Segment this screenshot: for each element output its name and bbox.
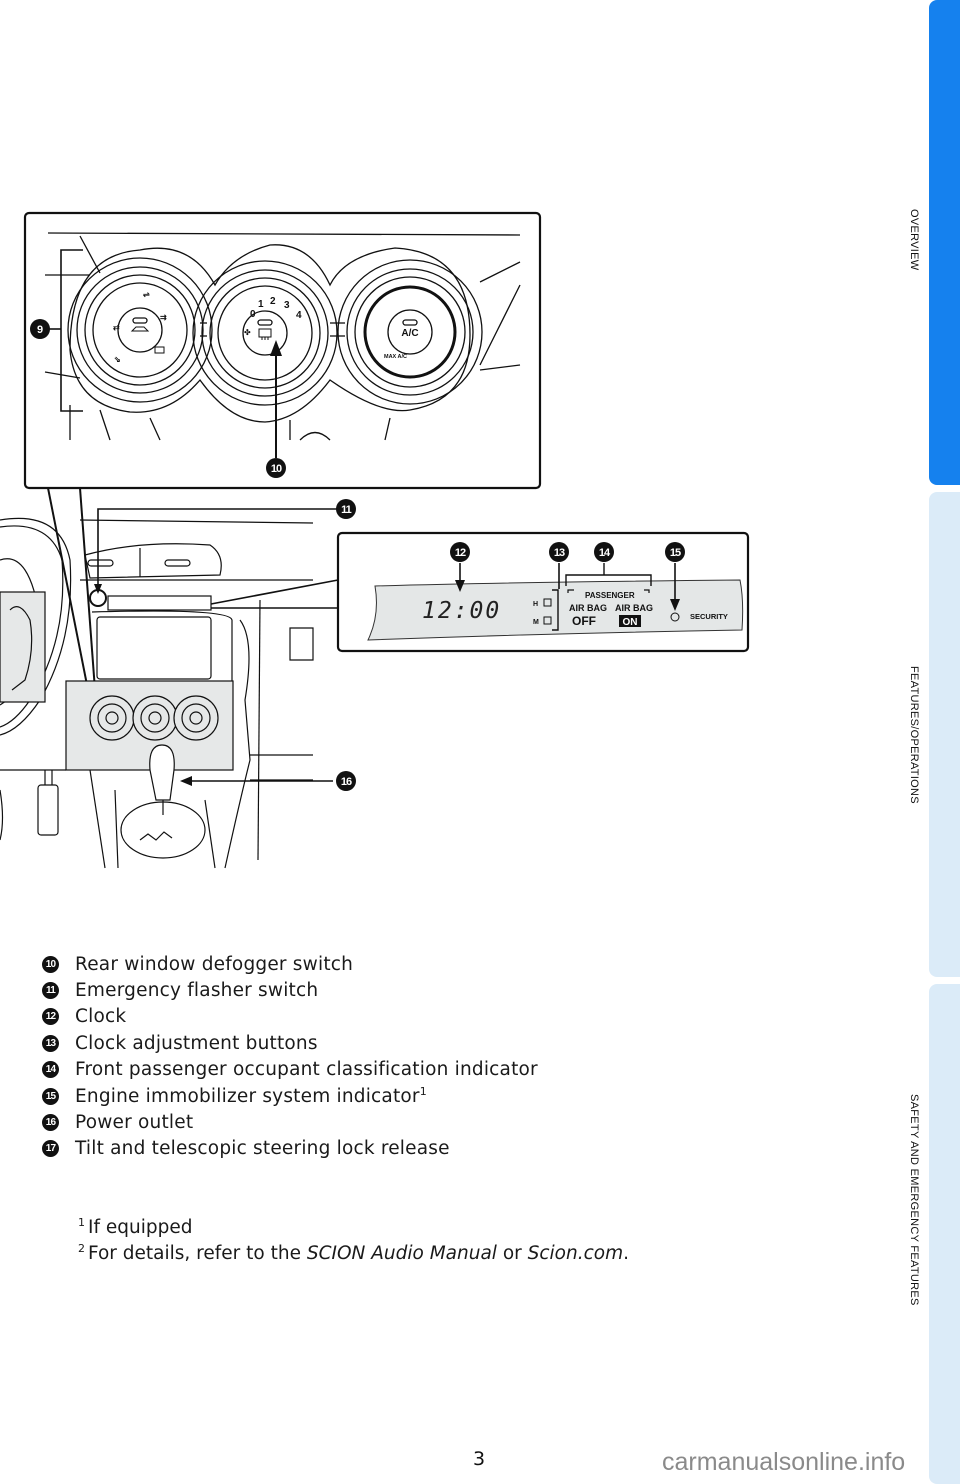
footnote-1: 1 If equipped [78,1215,193,1238]
legend-item: 15 Engine immobilizer system indicator1 [42,1083,538,1109]
airbag-on-indicator: ON [623,617,638,628]
climate-zoom-frame [23,211,542,490]
rear-defogger-icon [258,328,272,340]
minute-button-label: M [533,619,539,626]
windshield-defrost-icon [154,346,165,354]
callout-badge-14: 14 [42,1061,59,1079]
svg-text:16: 16 [341,776,352,788]
legend-item: 11 Emergency flasher switch [42,977,538,1003]
component-legend: 10 Rear window defogger switch 11 Emergenc… [42,951,538,1162]
legend-text: Tilt and telescopic steering lock releas… [75,1138,450,1160]
callout-badge-10: 10 [42,955,59,973]
face-vent-icon: ⇄ [113,323,120,332]
svg-text:9: 9 [37,324,43,336]
hour-button-label: H [533,601,538,608]
fan-tick-2: 2 [270,296,276,307]
watermark: carmanualsonline.info [662,1448,906,1476]
mode-dial [67,257,213,403]
callout-badge-13: 13 [42,1034,59,1052]
fan-tick-0: 0 [250,309,256,320]
tab-overview[interactable] [929,0,960,485]
svg-text:13: 13 [554,547,565,559]
footnote-ref: 1 [419,1084,427,1098]
page-number: 3 [473,1448,486,1470]
svg-text:11: 11 [341,504,352,516]
legend-item: 10 Rear window defogger switch [42,951,538,977]
legend-text: Clock adjustment buttons [75,1032,318,1054]
legend-item: 17 Tilt and telescopic steering lock rele… [42,1136,538,1162]
legend-text: Clock [75,1006,127,1028]
legend-item: 16 Power outlet [42,1109,538,1135]
clock-readout: 12:00 [422,598,501,624]
legend-item: 13 Clock adjustment buttons [42,1030,538,1056]
passenger-label: PASSENGER [585,591,635,600]
callout-badge-17: 17 [42,1140,59,1158]
tab-label-overview: OVERVIEW [908,209,920,271]
footnotes: 1 If equipped 2 For details, refer to the … [78,1215,629,1267]
callout-badge-16: 16 [42,1114,59,1132]
legend-text: Engine immobilizer system indicator1 [75,1084,427,1107]
footnote-2: 2 For details, refer to the SCION Audio M… [78,1241,630,1264]
legend-text: Emergency flasher switch [75,980,319,1002]
security-label: SECURITY [690,612,728,621]
clock-display-strip [107,595,212,611]
tab-label-features-operations: FEATURES/OPERATIONS [908,666,920,804]
fan-icon: ✤ [244,328,251,337]
car-icon [130,326,150,332]
callout-badge-15: 15 [42,1087,59,1105]
legend-text-main: Engine immobilizer system indicator [75,1085,420,1107]
svg-text:12: 12 [455,547,466,559]
bilevel-vent-icon: ⇌ [143,290,150,299]
fan-tick-3: 3 [284,300,290,311]
callout-badge-11: 11 [42,982,59,1000]
ac-button-label: A/C [401,328,418,339]
airbag-on-label: AIR BAG [615,603,653,613]
fan-tick-4: 4 [296,310,302,321]
max-ac-label: MAX A/C [384,354,407,360]
legend-text: Power outlet [75,1112,194,1134]
legend-text: Rear window defogger switch [75,953,354,975]
legend-item: 14 Front passenger occupant classificatio… [42,1057,538,1083]
callout-badge-12: 12 [42,1008,59,1026]
legend-item: 12 Clock [42,1004,538,1030]
airbag-off-label: AIR BAG [569,603,607,613]
svg-text:15: 15 [670,547,681,559]
feet-vent-icon: ⇘ [114,355,121,364]
fan-tick-1: 1 [258,299,264,310]
tab-label-safety-emergency: SAFETY AND EMERGENCY FEATURES [908,1094,920,1306]
tab-safety-emergency[interactable] [929,984,960,1484]
dashboard-diagram: ⇄ ⇌ ⇉ ⇘ 0 1 2 3 4 ✤ A/C MAX A/C 12:00 H … [0,211,750,869]
defrost-feet-icon: ⇉ [160,313,167,322]
airbag-off-indicator: OFF [572,614,596,628]
airflow-mode-icons: ⇄ ⇌ ⇉ ⇘ [113,290,167,364]
tab-features-operations[interactable] [929,492,960,977]
scion-website-reference: Scion.com [527,1243,624,1264]
legend-text: Front passenger occupant classification … [75,1059,538,1081]
audio-manual-reference: SCION Audio Manual [306,1243,497,1264]
svg-text:10: 10 [271,463,282,475]
audio-head-unit [96,616,212,680]
fan-speed-dial [192,260,338,406]
